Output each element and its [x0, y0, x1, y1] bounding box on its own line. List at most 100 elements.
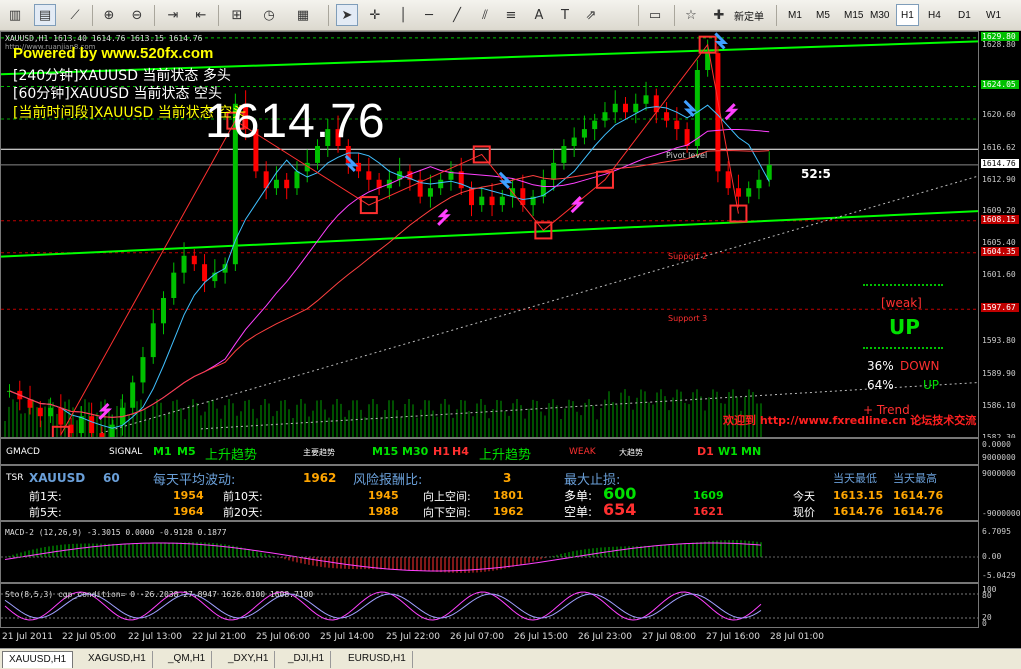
- candle-body: [756, 179, 762, 189]
- buy-arrow: [437, 208, 451, 226]
- arrow-shapes-icon[interactable]: ⇗: [580, 4, 602, 26]
- indicators-icon[interactable]: ⊞: [226, 4, 248, 26]
- macd-panel: MACD-2 (12,26,9) -3.3015 0.0000 -0.9128 …: [0, 521, 979, 583]
- tsr-period: 60: [103, 471, 120, 485]
- price-tick: 1612.90: [982, 174, 1016, 184]
- tsr-scale-top: 9000000: [982, 469, 1016, 478]
- zoom-out-icon[interactable]: ⊖: [126, 4, 148, 26]
- trend-up-label: UP: [889, 315, 920, 339]
- chart-header: XAUUSD,H1 1613.40 1614.76 1613.15 1614.7…: [5, 34, 203, 43]
- new-order-icon[interactable]: ✚: [708, 4, 730, 26]
- horizontal-line-icon[interactable]: ─: [418, 4, 440, 26]
- chart-tab[interactable]: XAGUSD,H1: [82, 651, 153, 668]
- cursor-icon[interactable]: ➤: [336, 4, 358, 26]
- candle-body: [438, 179, 444, 189]
- stoch-panel: Sto(8,5,3) cgp_condition= 0 -26.2038 27.…: [0, 583, 979, 628]
- equidistant-channel-icon[interactable]: ⫽: [474, 4, 496, 26]
- navigator-icon[interactable]: ▭: [644, 4, 666, 26]
- favorites-icon[interactable]: ☆: [680, 4, 702, 26]
- price-tick: 1628.80: [982, 40, 1016, 50]
- tsr-prev20-label: 前20天:: [223, 506, 263, 519]
- chart-tab[interactable]: _QM,H1: [162, 651, 213, 668]
- pct-down-label: DOWN: [900, 359, 940, 373]
- timeframe-h4[interactable]: H4: [924, 4, 945, 26]
- timeframe-d1[interactable]: D1: [954, 4, 975, 26]
- gmacd-scale: 0.0000 9000000: [979, 438, 1021, 465]
- chart-tab[interactable]: _DXY,H1: [222, 651, 276, 668]
- price-tick: 1586.10: [982, 400, 1016, 410]
- gmacd-m1: M1: [153, 445, 172, 458]
- tsr-day-low-label: 当天最低: [833, 472, 877, 485]
- price-tick: 1605.40: [982, 237, 1016, 247]
- timeframe-w1[interactable]: W1: [982, 4, 1005, 26]
- zoom-in-icon[interactable]: ⊕: [98, 4, 120, 26]
- main-chart-panel[interactable]: XAUUSD,H1 1613.40 1614.76 1613.15 1614.7…: [0, 31, 979, 438]
- tsr-prev5-value: 1964: [173, 505, 204, 518]
- timeframe-m5[interactable]: M5: [812, 4, 834, 26]
- pct-up-value: 64%: [867, 378, 894, 392]
- time-label: 26 Jul 07:00: [450, 632, 504, 642]
- gmacd-h4: H4: [452, 445, 469, 458]
- tsr-prev1-label: 前1天:: [29, 490, 62, 503]
- candle-body: [694, 69, 700, 146]
- support3-label: Support 3: [668, 314, 708, 323]
- tsr-scale-bottom: -9000000: [982, 509, 1021, 518]
- candle-body: [161, 297, 166, 324]
- tsr-name: TSR: [6, 473, 24, 483]
- price-tag: 1624.05: [981, 80, 1019, 90]
- time-label: 22 Jul 05:00: [62, 632, 116, 642]
- auto-scroll-icon[interactable]: ⇥: [162, 4, 184, 26]
- timeframe-m1[interactable]: M1: [784, 4, 806, 26]
- pct-up-label: UP: [923, 378, 940, 392]
- chart-tab[interactable]: EURUSD,H1: [342, 651, 413, 668]
- gmacd-scale-top: 0.0000: [982, 440, 1011, 449]
- time-label: 21 Jul 2011: [2, 632, 53, 642]
- text-icon[interactable]: A: [528, 4, 550, 26]
- label-icon[interactable]: T: [554, 4, 576, 26]
- time-label: 25 Jul 22:00: [386, 632, 440, 642]
- templates-icon[interactable]: ▦: [292, 4, 314, 26]
- weak-divider-bottom: [863, 347, 943, 349]
- candle-body: [725, 171, 731, 189]
- tsr-risk-value: 3: [503, 471, 512, 485]
- trendline-icon[interactable]: ╱: [446, 4, 468, 26]
- tsr-daily-avg-label: 每天平均波动:: [153, 473, 236, 488]
- candle-body: [37, 407, 43, 417]
- time-label: 25 Jul 14:00: [320, 632, 374, 642]
- gmacd-scale-bottom: 9000000: [982, 453, 1016, 462]
- new-order-button[interactable]: 新定单: [734, 4, 764, 26]
- crosshair-icon[interactable]: ✛: [364, 4, 386, 26]
- tsr-short-price: 1621: [693, 505, 724, 518]
- timeframe-h1[interactable]: H1: [896, 4, 919, 26]
- candle-body: [674, 120, 680, 130]
- fibonacci-icon[interactable]: ≡: [500, 4, 522, 26]
- vertical-line-icon[interactable]: │: [392, 4, 414, 26]
- pct-down-value: 36%: [867, 359, 894, 373]
- periods-icon[interactable]: ◷: [258, 4, 280, 26]
- weak-divider-top: [863, 284, 943, 286]
- chart-shift-icon[interactable]: ⇤: [190, 4, 212, 26]
- timeframe-m30[interactable]: M30: [866, 4, 893, 26]
- candle-body: [202, 264, 208, 282]
- candle-body: [284, 179, 290, 189]
- candle-body: [571, 137, 577, 146]
- candle-chart-icon[interactable]: ▥: [4, 4, 26, 26]
- timeframe-m15[interactable]: M15: [840, 4, 867, 26]
- candle-body: [612, 103, 618, 113]
- main-price-scale[interactable]: 1628.80 1620.60 1616.62 1612.90 1609.20 1605.…: [979, 31, 1021, 438]
- welcome-text[interactable]: 欢迎到 http://www.fxredline.cn 论坛技术交流: [723, 412, 976, 428]
- tsr-today-high: 1614.76: [893, 489, 944, 502]
- line-chart-icon[interactable]: ⟋: [64, 4, 86, 26]
- sell-arrow: [498, 171, 513, 189]
- candle-body: [27, 399, 33, 408]
- bar-chart-icon[interactable]: ▤: [34, 4, 56, 26]
- candle-body: [181, 255, 187, 273]
- price-tag: 1597.67: [981, 303, 1019, 313]
- candle-body: [89, 416, 95, 434]
- gmacd-d1: D1: [697, 445, 714, 458]
- candle-body: [581, 129, 587, 138]
- chart-tabs: XAUUSD,H1 XAGUSD,H1 _QM,H1 _DXY,H1 _DJI,H1 EU…: [0, 648, 1021, 669]
- chart-tab[interactable]: _DJI,H1: [282, 651, 332, 668]
- chart-tab[interactable]: XAUUSD,H1: [2, 651, 74, 668]
- candle-body: [427, 188, 433, 197]
